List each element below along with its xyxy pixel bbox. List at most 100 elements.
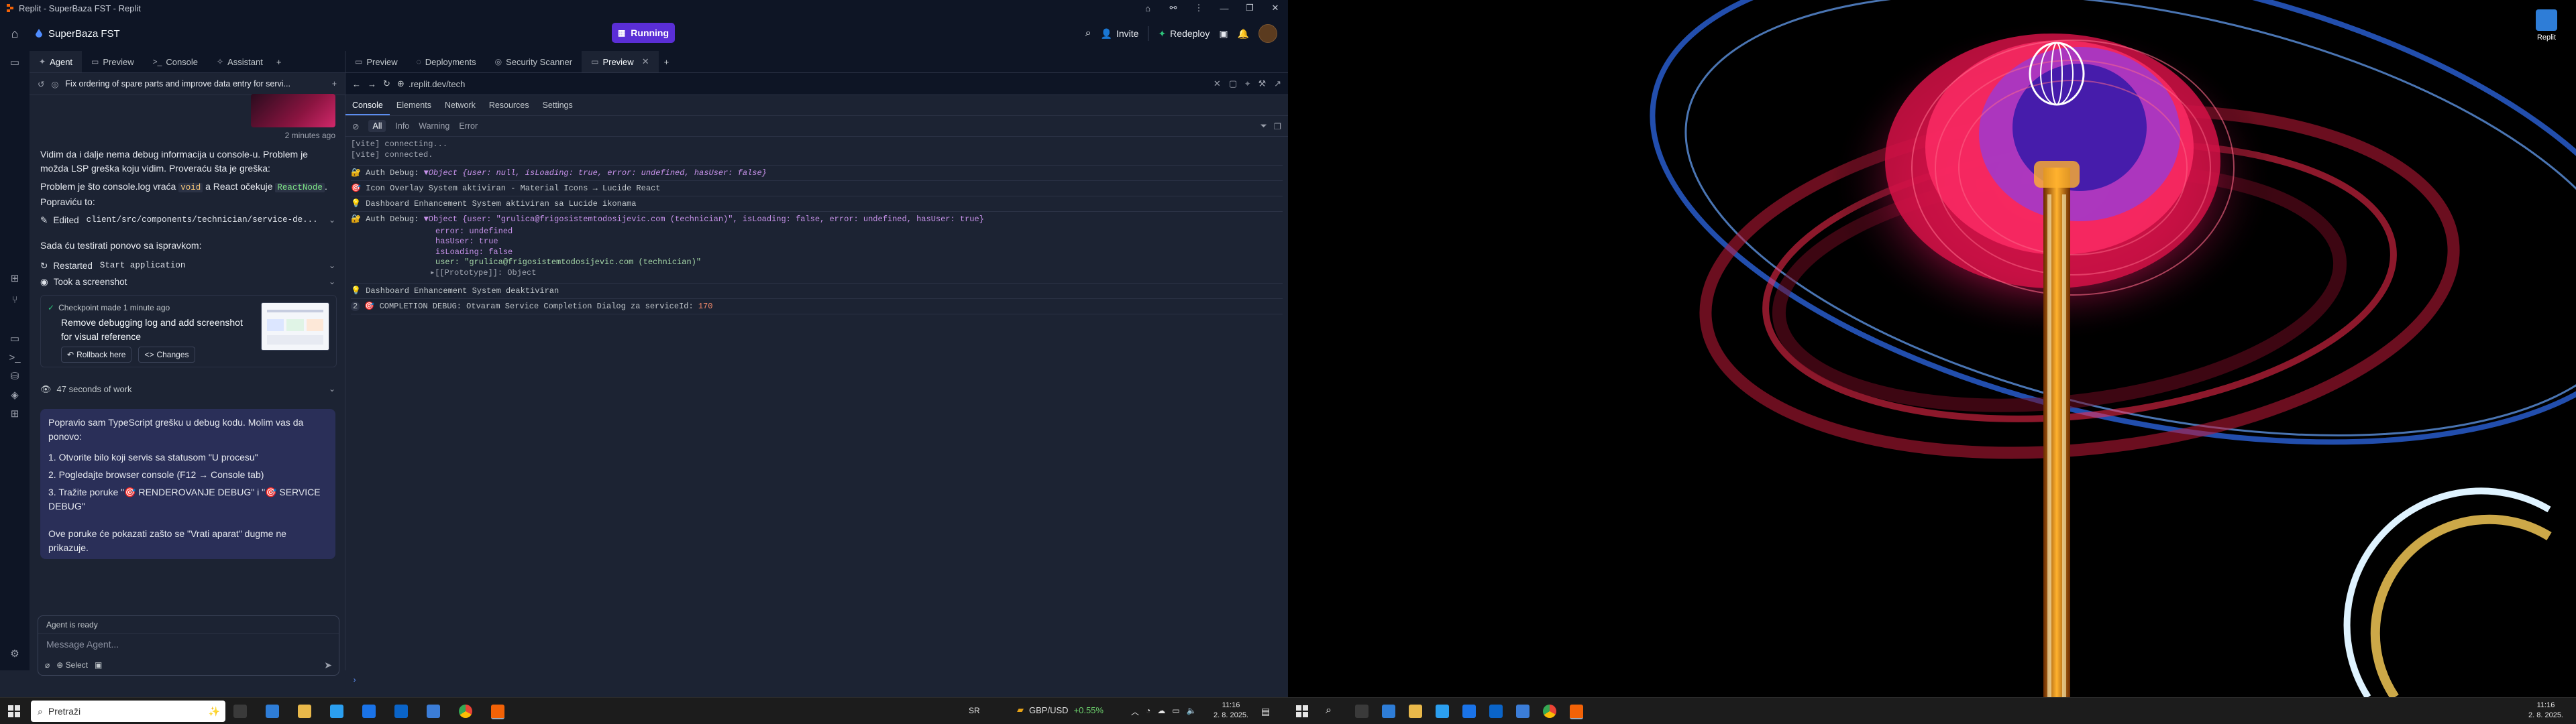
devtab-elements[interactable]: Elements — [390, 95, 438, 115]
store-icon[interactable] — [330, 705, 343, 718]
screenshot-row[interactable]: ◉ Took a screenshot ⌄ — [40, 274, 335, 290]
file-explorer-icon[interactable] — [298, 705, 311, 718]
forward-icon[interactable]: → — [368, 79, 376, 89]
history-icon[interactable]: ↺ — [38, 79, 44, 89]
tab-security-scanner[interactable]: ◎ Security Scanner — [486, 51, 582, 72]
monitor-icon[interactable]: ▭ — [8, 333, 21, 346]
system-tray[interactable]: ︿ ◔ ☁ ▭ 🔈 — [1131, 706, 1197, 717]
image-icon[interactable]: ▣ — [95, 660, 102, 670]
stock-widget[interactable]: ▰ GBP/USD +0.55% — [1017, 705, 1104, 715]
taskbar-clock[interactable]: 11:16 2. 8. 2025. — [2522, 701, 2569, 721]
screenshot-thumbnail[interactable] — [251, 94, 335, 127]
redeploy-button[interactable]: ✦ Redeploy — [1158, 28, 1210, 40]
attach-icon[interactable]: ⌀ — [45, 660, 50, 670]
repl-name[interactable]: SuperBaza FST — [35, 28, 120, 40]
devtab-console[interactable]: Console — [345, 95, 390, 115]
changes-button[interactable]: <> Changes — [138, 347, 195, 363]
taskbar-search-input[interactable]: ⌕ Pretraži ✨ — [31, 701, 225, 722]
tab-deployments[interactable]: ◌ Deployments — [407, 51, 486, 72]
windows-start-icon[interactable] — [8, 705, 20, 717]
filter-all[interactable]: All — [368, 120, 386, 132]
work-duration-row[interactable]: 👁 47 seconds of work ⌄ — [40, 381, 335, 397]
devtab-network[interactable]: Network — [438, 95, 482, 115]
run-button[interactable]: ▦ Running — [612, 23, 675, 43]
tab-assistant[interactable]: ✧ Assistant — [207, 51, 272, 72]
windows-start-icon[interactable] — [1296, 705, 1308, 717]
send-icon[interactable]: ➤ — [324, 660, 332, 671]
desktop-replit-shortcut[interactable]: Replit — [2526, 9, 2567, 42]
reload-icon[interactable]: ↻ — [383, 78, 390, 89]
copilot-icon[interactable] — [1382, 705, 1395, 718]
git-icon[interactable]: ⑂ — [8, 294, 21, 307]
notifications-icon[interactable]: ▤ — [1261, 706, 1270, 717]
clear-console-icon[interactable]: ⊘ — [352, 121, 359, 131]
terminal-icon[interactable]: >_ — [8, 351, 21, 365]
more-tools-icon[interactable]: ⊞ — [8, 408, 21, 421]
settings-icon[interactable]: ⚙ — [8, 648, 21, 661]
taskbar-clock[interactable]: 11:16 2. 8. 2025. — [1208, 701, 1254, 721]
tab-preview[interactable]: ▭ Preview — [345, 51, 407, 72]
tab-console[interactable]: >_ Console — [144, 51, 207, 72]
new-chat-icon[interactable]: + — [332, 79, 337, 88]
task-view-icon[interactable] — [233, 705, 247, 718]
console-prop[interactable]: ▸[[Prototype]]: Object — [351, 268, 1283, 284]
task-view-icon[interactable] — [1355, 705, 1368, 718]
minimize-button[interactable]: — — [1212, 0, 1237, 16]
maximize-button[interactable]: ❐ — [1237, 0, 1263, 16]
chrome-icon[interactable] — [459, 705, 472, 718]
filter-error[interactable]: Error — [459, 121, 478, 131]
close-window-button[interactable]: ✕ — [1263, 0, 1288, 16]
edited-file-row[interactable]: ✎ Edited client/src/components/technicia… — [40, 212, 335, 228]
filter-info[interactable]: Info — [395, 121, 409, 131]
console-prompt[interactable]: › — [352, 676, 357, 685]
rollback-button[interactable]: ↶ Rollback here — [61, 347, 132, 363]
file-explorer-icon[interactable] — [1409, 705, 1422, 718]
mail-icon[interactable] — [362, 705, 376, 718]
search-icon[interactable]: ⌕ — [1326, 705, 1332, 717]
home-icon[interactable]: ⌂ — [0, 27, 30, 41]
message-input[interactable]: Message Agent... — [46, 639, 119, 650]
invite-button[interactable]: 👤 Invite — [1101, 28, 1139, 40]
devtab-settings[interactable]: Settings — [536, 95, 580, 115]
database-icon[interactable]: ⛁ — [8, 370, 21, 383]
filter-icon[interactable]: ⏷ — [1260, 121, 1267, 131]
copilot-icon[interactable] — [266, 705, 279, 718]
checkpoint-screenshot-thumbnail[interactable] — [261, 302, 329, 351]
store-icon[interactable] — [1436, 705, 1449, 718]
tab-agent[interactable]: ✦ Agent — [30, 51, 83, 72]
devtab-resources[interactable]: Resources — [482, 95, 536, 115]
thread-title[interactable]: Fix ordering of spare parts and improve … — [65, 79, 290, 88]
tools-icon[interactable]: ⚒ — [1258, 78, 1266, 89]
files-icon[interactable]: ▭ — [8, 56, 21, 70]
open-external-icon[interactable]: ↗ — [1274, 78, 1281, 89]
inspect-icon[interactable]: ⌖ — [1245, 78, 1250, 89]
devtools-icon[interactable]: ▢ — [1229, 78, 1237, 89]
bell-icon[interactable]: 🔔 — [1238, 28, 1249, 40]
restarted-row[interactable]: ↻ Restarted Start application ⌄ — [40, 257, 335, 274]
mail-icon[interactable] — [1462, 705, 1476, 718]
copy-icon[interactable]: ❐ — [1274, 121, 1281, 131]
select-button[interactable]: ⊕ Select — [56, 660, 88, 670]
avatar[interactable] — [1258, 24, 1277, 43]
replit-taskbar-icon[interactable] — [491, 705, 504, 719]
replit-taskbar-icon[interactable] — [1570, 705, 1583, 719]
close-tab-icon[interactable]: ✕ — [642, 56, 649, 67]
new-tab-button[interactable]: + — [659, 51, 675, 72]
tab-preview[interactable]: ▭ Preview — [82, 51, 144, 72]
word-icon[interactable] — [1516, 705, 1529, 718]
outlook-icon[interactable] — [1489, 705, 1503, 718]
outlook-icon[interactable] — [394, 705, 408, 718]
url-field[interactable]: ⊕ .replit.dev/tech — [397, 78, 465, 89]
new-tab-button[interactable]: + — [272, 51, 286, 72]
layout-icon[interactable]: ▣ — [1219, 28, 1228, 40]
filter-warning[interactable]: Warning — [419, 121, 449, 131]
word-icon[interactable] — [427, 705, 440, 718]
search-icon[interactable]: ⌕ — [1085, 27, 1091, 40]
console-line[interactable]: 🔐 Auth Debug: ▼Object {user: null, isLoa… — [351, 166, 1283, 181]
package-icon[interactable]: ◈ — [8, 389, 21, 402]
back-icon[interactable]: ← — [352, 79, 361, 89]
account-icon[interactable]: ⌂ — [1135, 0, 1161, 16]
more-menu-icon[interactable]: ⋮ — [1186, 0, 1212, 16]
tab-preview-active[interactable]: ▭ Preview ✕ — [582, 51, 659, 72]
extensions-icon[interactable]: ⚯ — [1161, 0, 1186, 16]
